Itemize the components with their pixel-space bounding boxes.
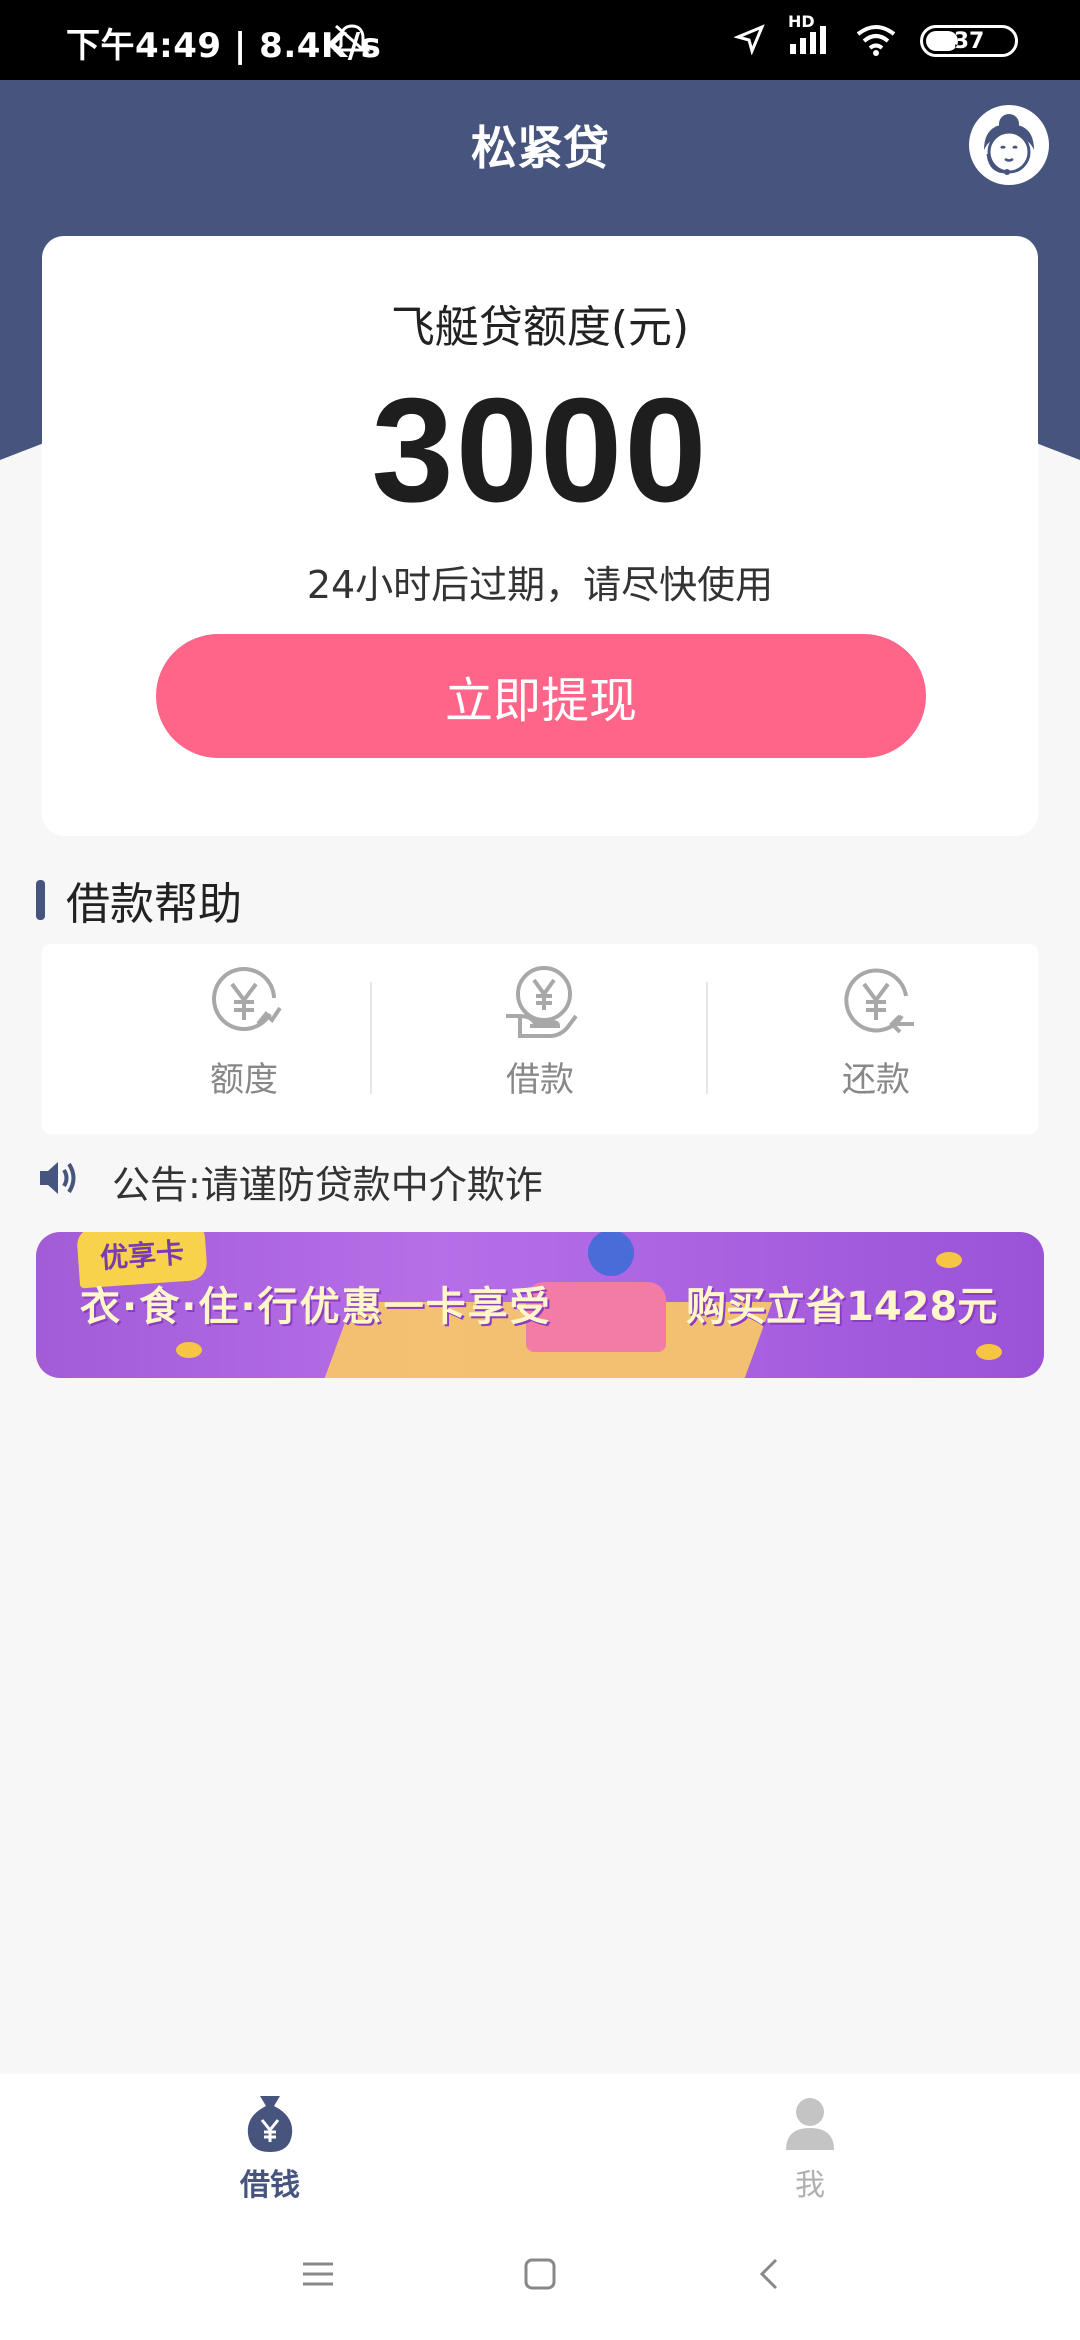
- network-type-label: HD: [788, 12, 815, 31]
- coin-icon: [176, 1342, 202, 1358]
- promo-banner[interactable]: 优享卡 衣·食·住·行优惠一卡享受 购买立省1428元: [36, 1232, 1044, 1378]
- help-section-title: 借款帮助: [66, 879, 242, 930]
- banner-left-text: 衣·食·住·行优惠一卡享受: [80, 1284, 552, 1330]
- help-label-quota: 额度: [210, 1060, 278, 1100]
- speaker-icon: [36, 1156, 80, 1204]
- coin-icon: [976, 1344, 1002, 1360]
- signal-icon: HD: [788, 12, 832, 60]
- menu-icon[interactable]: [300, 2256, 336, 2296]
- user-icon: [710, 2092, 910, 2154]
- location-icon: [733, 23, 766, 59]
- yen-return-icon: [766, 962, 986, 1042]
- status-right-group: HD 37: [733, 12, 1018, 60]
- banner-right-text: 购买立省1428元: [686, 1284, 998, 1330]
- yen-quota-icon: [134, 962, 354, 1042]
- credit-limit-label: 飞艇贷额度(元): [390, 302, 690, 353]
- help-panel: 额度 借款 还款: [42, 944, 1038, 1134]
- battery-icon: 37: [920, 25, 1018, 57]
- nav-label-me: 我: [795, 2168, 825, 2203]
- home-icon[interactable]: [522, 2256, 558, 2296]
- nav-label-borrow: 借钱: [240, 2168, 300, 2203]
- help-label-repay: 还款: [842, 1060, 910, 1100]
- coin-icon: [936, 1252, 962, 1268]
- divider: [706, 982, 708, 1094]
- battery-level-label: 37: [953, 28, 985, 54]
- customer-service-icon[interactable]: [968, 104, 1050, 186]
- withdraw-button[interactable]: 立即提现: [156, 634, 926, 758]
- nav-item-borrow[interactable]: 借钱: [170, 2092, 370, 2204]
- yen-hand-icon: [430, 962, 650, 1042]
- notice-text: 公告:请谨防贷款中介欺诈: [112, 1163, 543, 1207]
- divider: [370, 982, 372, 1094]
- nav-item-me[interactable]: 我: [710, 2092, 910, 2204]
- help-label-borrow: 借款: [506, 1060, 574, 1100]
- app-title: 松紧贷: [471, 121, 609, 175]
- bottom-nav: 借钱 我: [0, 2074, 1080, 2213]
- system-nav-bar: [0, 2212, 1080, 2340]
- credit-card-panel: 飞艇贷额度(元) 3000 24小时后过期，请尽快使用 立即提现: [42, 236, 1038, 836]
- banner-person-illustration: [588, 1232, 634, 1276]
- wifi-icon: [854, 22, 898, 60]
- expire-notice: 24小时后过期，请尽快使用: [306, 563, 774, 607]
- credit-amount: 3000: [371, 368, 709, 533]
- mute-icon: [332, 22, 372, 62]
- section-marker: [36, 880, 45, 920]
- help-item-repay[interactable]: 还款: [766, 962, 986, 1101]
- back-icon[interactable]: [752, 2256, 788, 2296]
- help-item-quota[interactable]: 额度: [134, 962, 354, 1101]
- status-bar: 下午4:49 | 8.4K/s HD 37: [0, 0, 1080, 80]
- help-item-borrow[interactable]: 借款: [430, 962, 650, 1101]
- money-bag-icon: [170, 2092, 370, 2154]
